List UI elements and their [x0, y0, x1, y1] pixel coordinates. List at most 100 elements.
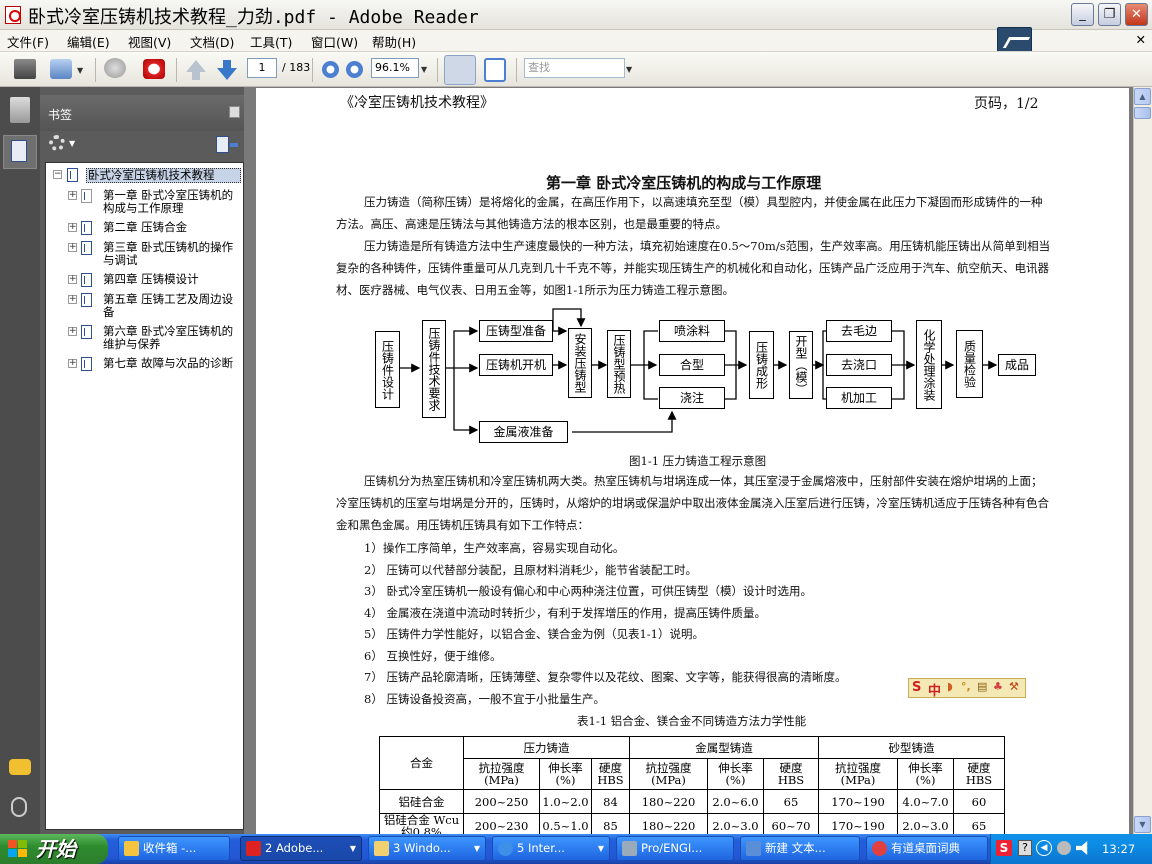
clock: 13:27 [1102, 842, 1136, 856]
flow-box-inspection: 质量检验 [956, 330, 983, 398]
menu-edit[interactable]: 编辑(E) [67, 32, 110, 51]
menu-tools[interactable]: 工具(T) [250, 32, 292, 51]
flow-box-metal-prep: 金属液准备 [479, 421, 568, 443]
review-icon[interactable] [104, 58, 126, 78]
paragraph-3: 压铸机分为热室压铸机和冷室压铸机两大类。热室压铸机与坩埚连成一体，其压室浸于金属… [336, 474, 1049, 532]
list-item-3: 3） 卧式冷室压铸机一般设有偏心和中心两种浇注位置，可供压铸型（模）设计时选用。 [364, 584, 812, 598]
fit-page-icon[interactable] [484, 58, 506, 82]
table-subheader: 抗拉强度 (MPa) [818, 758, 898, 790]
table-subheader: 硬度 HBS [763, 758, 819, 790]
list-item-6: 6） 互换性好，便于维修。 [364, 649, 502, 663]
secure-icon[interactable] [143, 59, 165, 79]
flow-box-machine-start: 压铸机开机 [479, 354, 553, 376]
ime-dot-icon[interactable]: °, [961, 680, 971, 693]
navigation-tabs [0, 87, 40, 834]
list-item-8: 8） 压铸设备投资高，一般不宜于小批量生产。 [364, 692, 605, 706]
options-gear-icon[interactable] [49, 135, 65, 151]
flow-box-spray: 喷涂料 [659, 320, 725, 342]
previous-page-icon[interactable] [186, 60, 206, 80]
table-header-group: 金属型铸造 [629, 736, 819, 759]
task-adobe[interactable]: 2 Adobe... ▼ [240, 836, 362, 861]
table-header-group: 压力铸造 [463, 736, 630, 759]
table-subheader: 抗拉强度 (MPa) [629, 758, 708, 790]
flow-box-preheat: 压铸型预热 [607, 330, 631, 398]
tray-expand-icon[interactable]: ◀ [1036, 840, 1052, 856]
menu-window[interactable]: 窗口(W) [311, 32, 358, 51]
task-internet[interactable]: 5 Inter... ▼ [492, 836, 610, 861]
task-proengineer[interactable]: Pro/ENGI... [616, 836, 734, 861]
volume-tray-icon[interactable] [1076, 841, 1088, 855]
scroll-up-icon[interactable]: ▲ [1134, 88, 1151, 105]
close-button[interactable]: ✕ [1125, 3, 1148, 26]
list-item-2: 2） 压铸可以代替部分装配，且原材料消耗少，能节省装配工时。 [364, 563, 697, 577]
window-title: 卧式冷室压铸机技术教程_力劲.pdf - Adobe Reader [28, 7, 479, 28]
print-icon[interactable] [14, 59, 36, 79]
flow-box-forming: 压铸成形 [749, 331, 774, 399]
ime-keyboard-icon[interactable]: ▤ [977, 680, 987, 693]
scrollbar-thumb[interactable] [1134, 107, 1151, 119]
expand-bookmark-icon[interactable] [216, 136, 229, 153]
flow-box-pour: 浇注 [659, 387, 725, 409]
zoom-in-icon[interactable] [346, 61, 363, 78]
list-item-4: 4） 金属液在浇道中流动时转折少，有利于发挥增压的作用，提高压铸件质量。 [364, 606, 766, 620]
menu-file[interactable]: 文件(F) [7, 32, 49, 51]
minimize-button[interactable]: _ [1071, 3, 1094, 26]
zoom-out-icon[interactable] [322, 61, 339, 78]
ime-tools-icon[interactable]: ⚒ [1009, 680, 1019, 693]
attachments-icon[interactable] [11, 797, 27, 817]
menu-bar: 文件(F) 编辑(E) 视图(V) 文档(D) 工具(T) 窗口(W) 帮助(H… [0, 30, 1152, 51]
pages-tab-icon[interactable] [10, 97, 30, 123]
flow-box-close-mold: 合型 [659, 354, 725, 376]
table-subheader: 伸长率 (%) [539, 758, 592, 790]
ime-mode-label[interactable]: 中 [928, 680, 941, 699]
bookmarks-title: 书签 [48, 108, 73, 122]
properties-table: 合金 压力铸造 金属型铸造 砂型铸造 抗拉强度 (MPa) 伸长率 (%) 硬度… [379, 736, 1005, 834]
ime-skin-icon[interactable]: ♣ [993, 680, 1003, 693]
task-notepad[interactable]: 新建 文本... [740, 836, 860, 861]
flow-box-install-mold: 安装压铸型 [568, 328, 592, 398]
flow-box-mold-prep: 压铸型准备 [479, 320, 553, 342]
list-item-5: 5） 压铸件力学性能好，以铝合金、镁合金为例（见表1-1）说明。 [364, 627, 704, 641]
sogou-icon[interactable]: S [912, 680, 921, 695]
menu-help[interactable]: 帮助(H) [372, 32, 416, 51]
email-icon[interactable] [50, 59, 72, 79]
panel-collapse-icon[interactable] [229, 106, 240, 118]
flow-box-requirements: 压铸件技术要求 [422, 320, 446, 418]
comments-icon[interactable] [9, 759, 31, 775]
next-page-icon[interactable] [217, 60, 237, 80]
vertical-scrollbar[interactable] [1133, 87, 1152, 834]
task-youdao[interactable]: 有道桌面词典 [866, 836, 988, 861]
zoom-input[interactable]: 96.1% [371, 58, 419, 78]
table-subheader: 硬度 HBS [953, 758, 1005, 790]
network-tray-icon[interactable] [1057, 841, 1071, 855]
table-caption: 表1-1 铝合金、镁合金不同铸造方法力学性能 [577, 714, 807, 728]
task-mail[interactable]: 收件箱 -... [118, 836, 230, 861]
table-row: 铝硅合金 Wcu约0.8% 200~230 0.5~1.0 85 180~220 2.0~… [379, 813, 1005, 834]
table-subheader: 伸长率 (%) [707, 758, 764, 790]
flowchart-arrows [400, 308, 998, 435]
menu-view[interactable]: 视图(V) [128, 32, 171, 51]
flow-box-deburr: 去毛边 [826, 320, 892, 342]
sogou-tray-icon[interactable]: S [996, 840, 1012, 856]
menu-document[interactable]: 文档(D) [190, 32, 234, 51]
table-header-group: 砂型铸造 [818, 736, 1005, 759]
bookmarks-header: 书签 [40, 95, 244, 131]
pdf-app-icon [5, 6, 21, 24]
list-item-7: 7） 压铸产品轮廓清晰，压铸薄壁、复杂零件以及花纹、图案、文字等，能获得很高的清… [364, 670, 847, 684]
find-input[interactable]: 查找 [524, 58, 625, 78]
table-header-alloy: 合金 [379, 736, 464, 790]
page-number-input[interactable]: 1 [247, 58, 277, 78]
scroll-down-icon[interactable]: ▼ [1134, 816, 1151, 833]
title-bar: 卧式冷室压铸机技术教程_力劲.pdf - Adobe Reader _ ❐ ✕ [0, 0, 1152, 30]
ime-punct-icon[interactable]: ◗ [947, 680, 953, 693]
help-tray-icon[interactable]: ? [1018, 840, 1032, 856]
task-windows[interactable]: 3 Windo... ▼ [368, 836, 486, 861]
flow-box-remove-gate: 去浇口 [826, 354, 892, 376]
restore-button[interactable]: ❐ [1098, 3, 1121, 26]
flow-box-design: 压铸件设计 [375, 331, 400, 408]
close-document-icon[interactable]: ✕ [1136, 32, 1146, 47]
panel-splitter[interactable] [244, 87, 252, 834]
fit-width-icon[interactable] [444, 55, 476, 85]
ime-toolbar[interactable]: S 中 ◗ °, ▤ ♣ ⚒ [908, 678, 1026, 699]
table-subheader: 硬度 HBS [591, 758, 630, 790]
